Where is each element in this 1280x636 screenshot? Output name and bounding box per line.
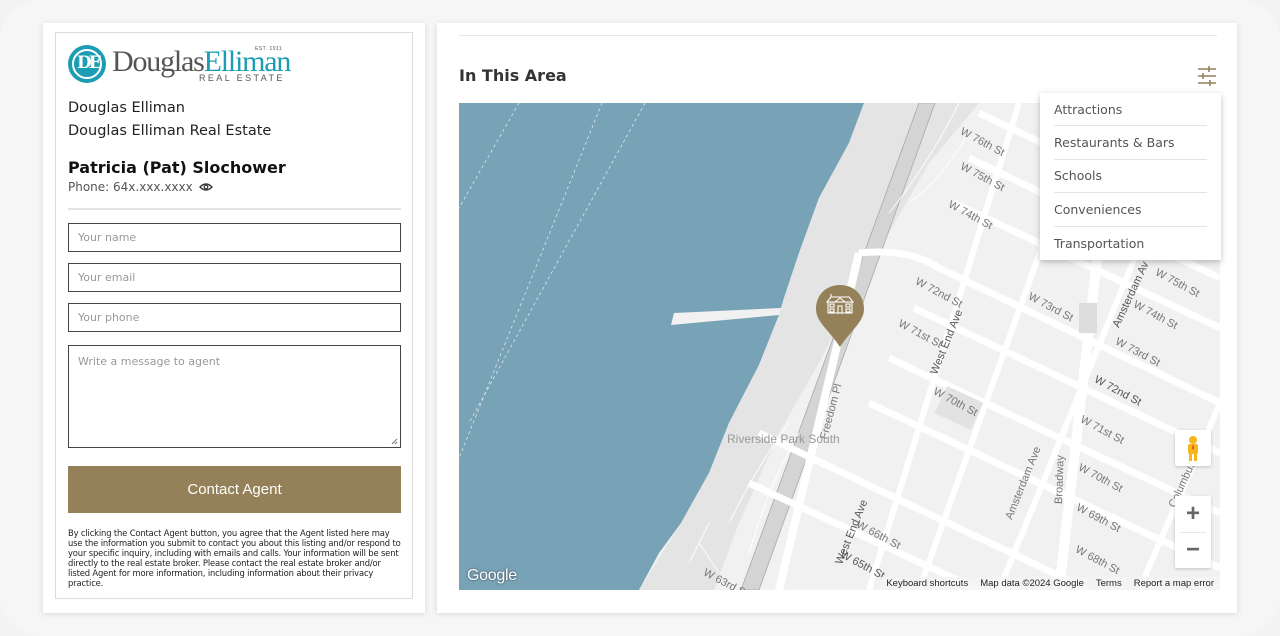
category-option-restaurants-bars[interactable]: Restaurants & Bars <box>1054 126 1207 160</box>
category-option-transportation[interactable]: Transportation <box>1054 227 1207 260</box>
message-textarea[interactable]: Write a message to agent <box>68 345 401 448</box>
agent-contact-card: DE DouglasElliman EST. 1911 REAL ESTATE … <box>43 23 425 613</box>
eye-icon[interactable] <box>198 182 213 192</box>
pegman-icon <box>1188 436 1198 461</box>
report-map-error-link[interactable]: Report a map error <box>1128 577 1220 590</box>
divider <box>459 35 1217 36</box>
resize-handle-icon[interactable] <box>390 437 398 445</box>
company-name: Douglas Elliman <box>68 100 185 116</box>
name-input[interactable]: Your name <box>68 223 401 252</box>
park-label: Riverside Park South <box>727 432 840 446</box>
category-option-attractions[interactable]: Attractions <box>1054 93 1207 127</box>
email-input[interactable]: Your email <box>68 263 401 292</box>
street-view-pegman[interactable] <box>1175 430 1211 466</box>
section-title: In This Area <box>459 66 567 85</box>
phone-text: Phone: 64x.xxx.xxxx <box>68 180 193 194</box>
terms-link[interactable]: Terms <box>1090 577 1128 590</box>
keyboard-shortcuts-link[interactable]: Keyboard shortcuts <box>880 577 974 590</box>
zoom-out-button[interactable]: − <box>1175 532 1211 568</box>
street-label: Broadway <box>1053 454 1067 505</box>
contact-agent-button[interactable]: Contact Agent <box>68 466 401 513</box>
zoom-in-button[interactable]: + <box>1175 496 1211 532</box>
category-option-schools[interactable]: Schools <box>1054 160 1207 194</box>
map-data-text: Map data ©2024 Google <box>980 578 1084 589</box>
divider <box>68 208 401 210</box>
agent-name: Patricia (Pat) Slochower <box>68 158 286 177</box>
property-pin-icon[interactable] <box>815 284 865 348</box>
area-card: In This Area W 76th St W 75th St W 74th … <box>437 23 1237 613</box>
disclaimer-text: By clicking the Contact Agent button, yo… <box>68 528 401 588</box>
agent-phone: Phone: 64x.xxx.xxxx <box>68 180 213 194</box>
phone-input[interactable]: Your phone <box>68 303 401 332</box>
google-logo: Google <box>467 567 517 584</box>
map-attribution: Keyboard shortcuts Map data ©2024 Google… <box>880 577 1220 590</box>
logo-monogram-icon: DE <box>68 45 106 83</box>
category-option-conveniences[interactable]: Conveniences <box>1054 193 1207 227</box>
sliders-icon[interactable] <box>1197 65 1217 87</box>
map-zoom-controls: + − <box>1175 496 1211 568</box>
divider <box>1180 532 1206 533</box>
logo-tagline: REAL ESTATE <box>199 73 285 83</box>
agent-contact-panel: DE DouglasElliman EST. 1911 REAL ESTATE … <box>55 32 413 599</box>
logo-est: EST. 1911 <box>255 46 283 52</box>
category-dropdown: Attractions Restaurants & Bars Schools C… <box>1040 93 1221 260</box>
page-frame: DE DouglasElliman EST. 1911 REAL ESTATE … <box>0 0 1280 636</box>
brokerage-logo: DE DouglasElliman EST. 1911 REAL ESTATE <box>68 45 298 85</box>
company-full-name: Douglas Elliman Real Estate <box>68 123 272 139</box>
